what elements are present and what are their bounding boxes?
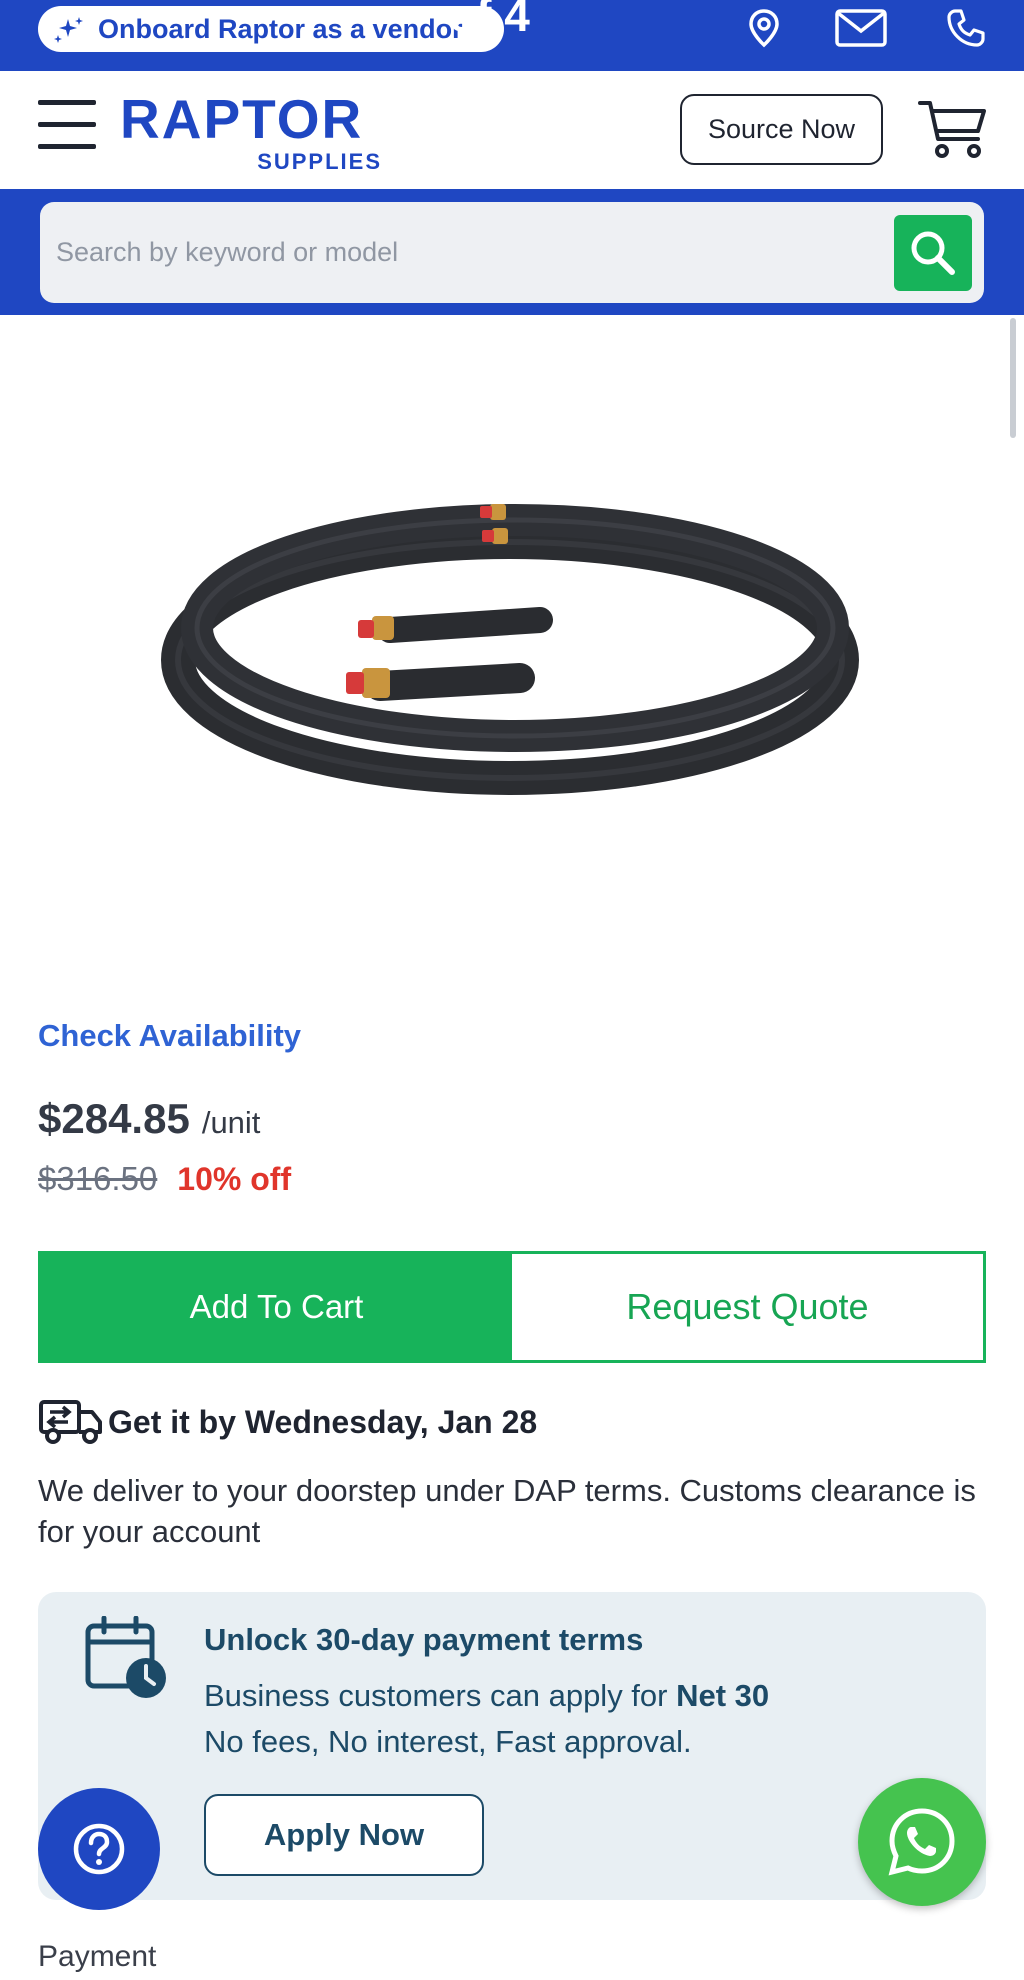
- scrollbar[interactable]: [1010, 318, 1016, 438]
- check-availability-link[interactable]: Check Availability: [38, 1018, 301, 1054]
- phone-icon[interactable]: [944, 6, 988, 50]
- slide-counter: of 4: [448, 0, 530, 41]
- vendor-onboard-text: Onboard Raptor as a vendor: [98, 13, 463, 44]
- apply-now-button[interactable]: Apply Now: [204, 1794, 484, 1876]
- raptor-logo[interactable]: RAPTOR SUPPLIES: [120, 88, 390, 174]
- whatsapp-button[interactable]: [858, 1778, 986, 1906]
- delivery-terms: We deliver to your doorstep under DAP te…: [38, 1473, 976, 1549]
- site-header: RAPTOR SUPPLIES Source Now: [0, 71, 1024, 189]
- current-price: $284.85: [38, 1095, 190, 1142]
- product-image[interactable]: [140, 460, 880, 840]
- top-bar: Onboard Raptor as a vendor of 4: [0, 0, 1024, 71]
- logo-subtitle: SUPPLIES: [257, 149, 382, 174]
- sparkle-icon: [54, 17, 83, 43]
- net30-card: Unlock 30-day payment terms Business cus…: [38, 1592, 986, 1900]
- net30-benefits: No fees, No interest, Fast approval.: [204, 1724, 692, 1759]
- discount-badge: 10% off: [177, 1161, 292, 1197]
- net30-title: Unlock 30-day payment terms: [204, 1622, 644, 1657]
- logo-wordmark: RAPTOR: [120, 88, 364, 150]
- search-icon: [911, 231, 955, 275]
- location-icon[interactable]: [742, 6, 786, 50]
- price-unit: /unit: [201, 1105, 261, 1140]
- calendar-clock-icon: [85, 1616, 166, 1698]
- source-now-button[interactable]: Source Now: [680, 94, 883, 165]
- delivery-date: Get it by Wednesday, Jan 28: [108, 1403, 538, 1440]
- net30-description: Business customers can apply for Net 30: [204, 1678, 770, 1713]
- vendor-onboard-banner[interactable]: Onboard Raptor as a vendor: [38, 6, 504, 52]
- search-button[interactable]: [894, 215, 972, 291]
- help-button[interactable]: [38, 1788, 160, 1910]
- purchase-actions: Add To Cart Request Quote: [38, 1251, 986, 1363]
- search-bar: [0, 189, 1024, 315]
- delivery-truck-icon: [39, 1400, 102, 1444]
- question-icon: [73, 1823, 125, 1875]
- whatsapp-icon: [888, 1808, 955, 1876]
- search-box: [40, 202, 984, 303]
- request-quote-button[interactable]: Request Quote: [512, 1254, 983, 1360]
- add-to-cart-button[interactable]: Add To Cart: [41, 1254, 512, 1360]
- mail-icon[interactable]: [834, 6, 888, 50]
- original-price: $316.50: [38, 1160, 158, 1197]
- old-price-row: $316.50 10% off: [38, 1160, 291, 1198]
- cart-icon[interactable]: [918, 97, 988, 161]
- price-row: $284.85 /unit: [38, 1095, 260, 1143]
- search-input[interactable]: [56, 224, 876, 280]
- hamburger-menu-icon[interactable]: [38, 96, 96, 152]
- delivery-estimate: Get it by Wednesday, Jan 28: [38, 1398, 537, 1446]
- payment-section-heading: Payment: [38, 1940, 157, 1973]
